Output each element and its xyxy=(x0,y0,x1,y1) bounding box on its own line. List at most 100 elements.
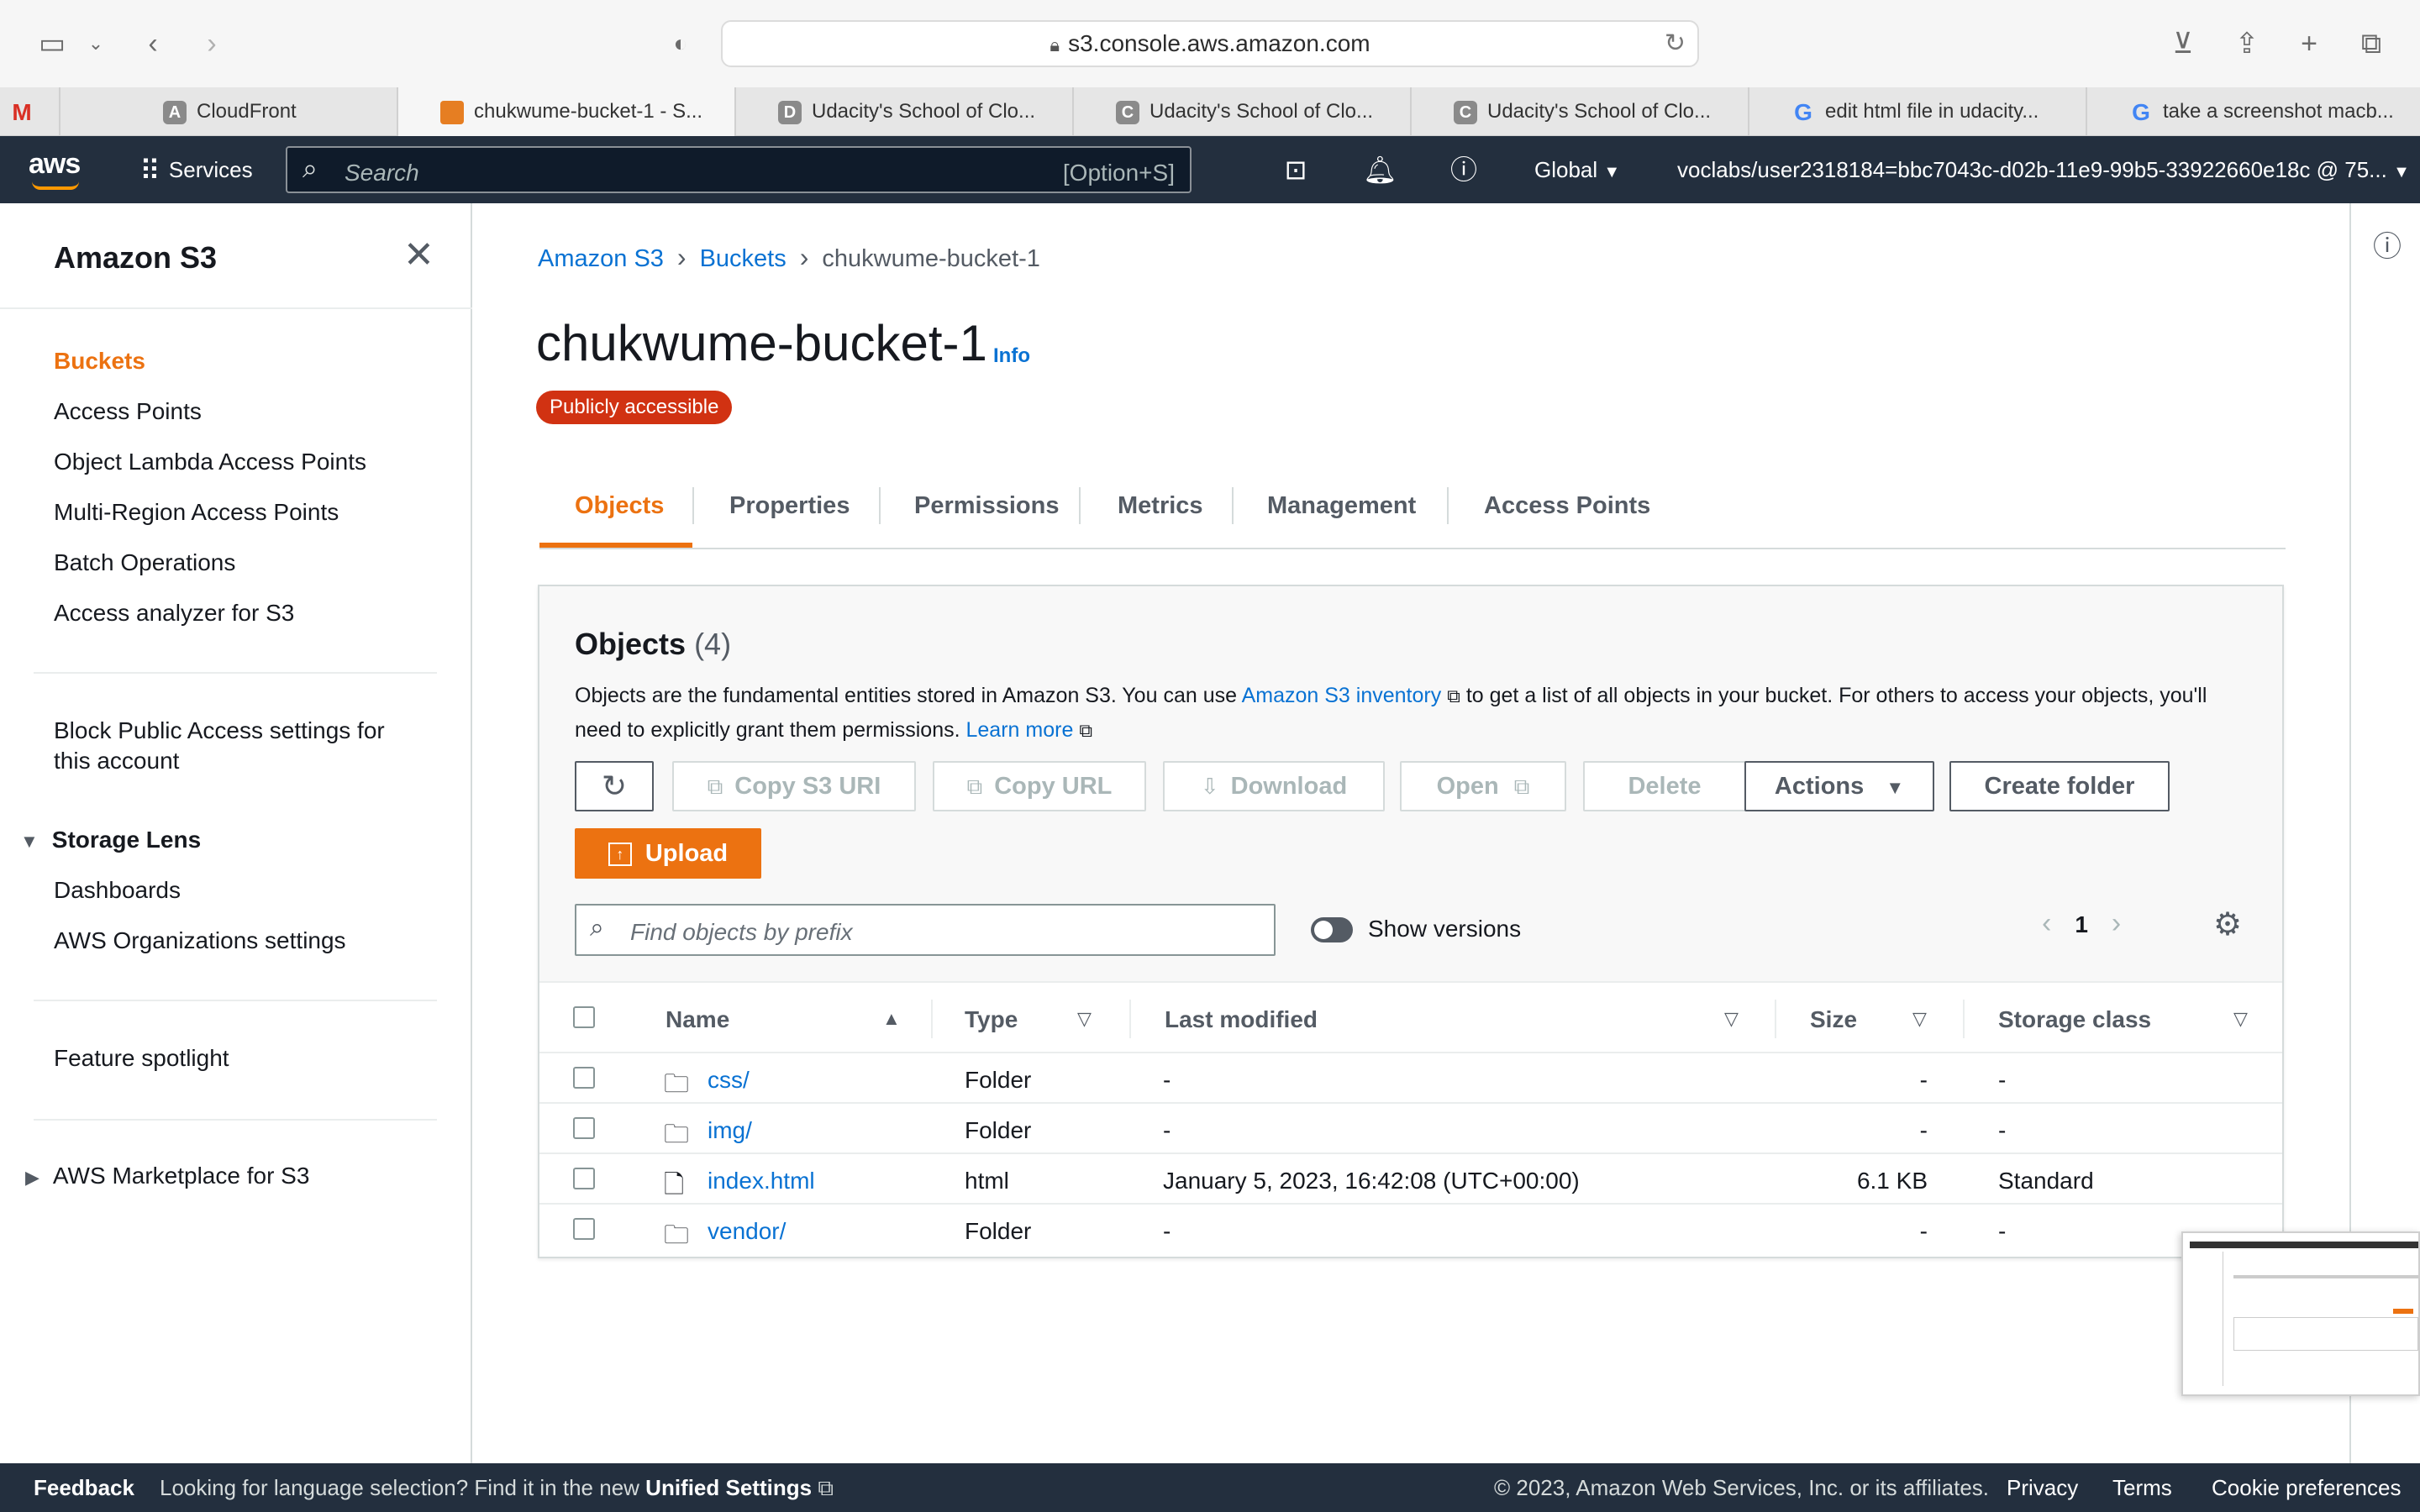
chevron-left-icon[interactable]: ‹ xyxy=(2042,907,2051,939)
sidebar-item-multi-region[interactable]: Multi-Region Access Points xyxy=(54,497,339,528)
sidebar-item-access-analyzer[interactable]: Access analyzer for S3 xyxy=(54,598,294,628)
feedback-link[interactable]: Feedback xyxy=(34,1463,134,1512)
tab-google-1[interactable]: Gedit html file in udacity... xyxy=(1748,87,2086,136)
table-row[interactable]: 🗀 vendor/ Folder - - - xyxy=(539,1205,2282,1255)
object-last-modified: - xyxy=(1163,1067,1171,1093)
sort-icon[interactable]: ▽ xyxy=(1724,1008,1739,1030)
cloudshell-icon[interactable]: ⊡ xyxy=(1279,153,1313,186)
show-versions-toggle[interactable] xyxy=(1311,917,1353,942)
upload-button[interactable]: ↑ Upload xyxy=(575,828,761,879)
object-name-link[interactable]: css/ xyxy=(708,1067,750,1094)
table-row[interactable]: 🗀 css/ Folder - - - xyxy=(539,1053,2282,1104)
info-icon[interactable]: ⓘ xyxy=(2373,223,2402,265)
row-checkbox[interactable] xyxy=(573,1117,595,1139)
tab-gmail[interactable]: M xyxy=(0,87,59,136)
object-name-link[interactable]: img/ xyxy=(708,1117,752,1144)
notifications-bell-icon[interactable]: 🔔︎ xyxy=(1363,153,1397,186)
tab-overview-icon[interactable]: ⧉ xyxy=(2353,25,2390,62)
sidebar-item-buckets[interactable]: Buckets xyxy=(54,346,145,376)
info-link[interactable]: Info xyxy=(993,344,1030,368)
reload-icon[interactable]: ↻ xyxy=(1665,22,1686,66)
copy-s3-uri-button[interactable]: ⧉ Copy S3 URI xyxy=(672,761,916,811)
udacity-favicon-icon: D xyxy=(778,100,802,124)
row-checkbox[interactable] xyxy=(573,1218,595,1240)
region-selector[interactable]: Global ▼ xyxy=(1534,153,1620,189)
learn-more-link[interactable]: Learn more xyxy=(966,718,1074,742)
search-input[interactable]: ⌕ Search [Option+S] xyxy=(286,146,1192,193)
forward-icon[interactable]: › xyxy=(193,25,230,62)
tab-cloudfront[interactable]: A CloudFront xyxy=(59,87,397,136)
terms-link[interactable]: Terms xyxy=(2112,1463,2172,1512)
chevron-down-icon[interactable]: ⌄ xyxy=(77,25,114,62)
sort-icon[interactable]: ▽ xyxy=(1912,1008,1927,1030)
tab-udacity-3[interactable]: C Udacity's School of Clo... xyxy=(1410,87,1748,136)
address-bar[interactable]: 🔒︎ s3.console.aws.amazon.com ↻ xyxy=(721,20,1699,67)
sidebar-item-batch-operations[interactable]: Batch Operations xyxy=(54,548,235,578)
find-objects-input[interactable]: ⌕ Find objects by prefix xyxy=(575,904,1276,956)
column-storage-class[interactable]: Storage class xyxy=(1998,1006,2151,1033)
column-size[interactable]: Size xyxy=(1810,1006,1857,1033)
sidebar-item-access-points[interactable]: Access Points xyxy=(54,396,202,427)
services-menu[interactable]: ⠿ Services xyxy=(139,153,253,188)
object-last-modified: - xyxy=(1163,1117,1171,1143)
open-button[interactable]: Open ⧉ xyxy=(1400,761,1566,811)
chevron-right-icon[interactable]: › xyxy=(2112,907,2121,939)
inventory-link[interactable]: Amazon S3 inventory xyxy=(1242,684,1442,707)
refresh-button[interactable]: ↻ xyxy=(575,761,654,811)
sort-ascending-icon[interactable]: ▲ xyxy=(882,1008,901,1030)
tab-management[interactable]: Management xyxy=(1267,489,1416,522)
tab-properties[interactable]: Properties xyxy=(729,489,850,522)
new-tab-icon[interactable]: + xyxy=(2291,25,2328,62)
tab-udacity-1[interactable]: D Udacity's School of Clo... xyxy=(734,87,1072,136)
account-menu[interactable]: voclabs/user2318184=bbc7043c-d02b-11e9-9… xyxy=(1677,153,2410,189)
tab-google-2[interactable]: Gtake a screenshot macb... xyxy=(2086,87,2420,136)
help-icon[interactable]: ⓘ xyxy=(1447,153,1481,186)
aws-logo[interactable]: aws xyxy=(29,148,81,190)
breadcrumb-amazon-s3[interactable]: Amazon S3 xyxy=(538,245,664,272)
sort-icon[interactable]: ▽ xyxy=(2233,1008,2248,1030)
tab-objects[interactable]: Objects xyxy=(575,489,664,522)
sidebar-item-object-lambda[interactable]: Object Lambda Access Points xyxy=(54,447,366,477)
object-name-link[interactable]: vendor/ xyxy=(708,1218,786,1245)
create-folder-button[interactable]: Create folder xyxy=(1949,761,2170,811)
sidebar-item-feature-spotlight[interactable]: Feature spotlight xyxy=(54,1043,229,1074)
privacy-shield-icon[interactable]: ◐ xyxy=(662,25,699,62)
row-checkbox[interactable] xyxy=(573,1168,595,1189)
back-icon[interactable]: ‹ xyxy=(134,25,171,62)
copy-url-button[interactable]: ⧉ Copy URL xyxy=(933,761,1146,811)
actions-button[interactable]: Actions ▼ xyxy=(1744,761,1934,811)
cookie-preferences-link[interactable]: Cookie preferences xyxy=(2212,1463,2401,1512)
column-last-modified[interactable]: Last modified xyxy=(1165,1006,1318,1033)
close-icon[interactable]: ✕ xyxy=(403,234,434,276)
table-row[interactable]: 🗀 img/ Folder - - - xyxy=(539,1104,2282,1154)
row-checkbox[interactable] xyxy=(573,1067,595,1089)
object-storage-class: Standard xyxy=(1998,1168,2094,1194)
sidebar-item-dashboards[interactable]: Dashboards xyxy=(54,875,181,906)
sidebar-item-block-public-access[interactable]: Block Public Access settings for this acc… xyxy=(54,716,385,776)
tab-s3-bucket[interactable]: chukwume-bucket-1 - S... xyxy=(397,87,734,136)
screenshot-thumbnail[interactable] xyxy=(2181,1231,2420,1396)
tab-permissions[interactable]: Permissions xyxy=(914,489,1059,522)
breadcrumb-buckets[interactable]: Buckets xyxy=(700,245,786,272)
sidebar-section-storage-lens[interactable]: ▼ Storage Lens xyxy=(20,827,201,853)
select-all-checkbox[interactable] xyxy=(573,1006,595,1028)
page-number[interactable]: 1 xyxy=(2075,911,2088,937)
tab-metrics[interactable]: Metrics xyxy=(1118,489,1203,522)
download-icon[interactable]: ⊻ xyxy=(2165,25,2202,62)
sort-icon[interactable]: ▽ xyxy=(1077,1008,1092,1030)
share-icon[interactable]: ⇪ xyxy=(2228,25,2265,62)
table-row[interactable]: 🗋 index.html html January 5, 2023, 16:42… xyxy=(539,1154,2282,1205)
sidebar-item-marketplace[interactable]: ▶ AWS Marketplace for S3 xyxy=(25,1163,309,1189)
sidebar-item-org-settings[interactable]: AWS Organizations settings xyxy=(54,926,346,956)
object-name-link[interactable]: index.html xyxy=(708,1168,815,1194)
sidebar-toggle-icon[interactable]: ▭ xyxy=(34,25,71,62)
unified-settings-link[interactable]: Unified Settings xyxy=(645,1475,812,1500)
privacy-link[interactable]: Privacy xyxy=(2007,1463,2078,1512)
gear-icon[interactable]: ⚙ xyxy=(2213,906,2242,943)
delete-button[interactable]: Delete xyxy=(1583,761,1746,811)
tab-access-points[interactable]: Access Points xyxy=(1484,489,1650,522)
download-button[interactable]: ⇩ Download xyxy=(1163,761,1385,811)
column-name[interactable]: Name xyxy=(666,1006,729,1033)
column-type[interactable]: Type xyxy=(965,1006,1018,1033)
tab-udacity-2[interactable]: C Udacity's School of Clo... xyxy=(1072,87,1410,136)
